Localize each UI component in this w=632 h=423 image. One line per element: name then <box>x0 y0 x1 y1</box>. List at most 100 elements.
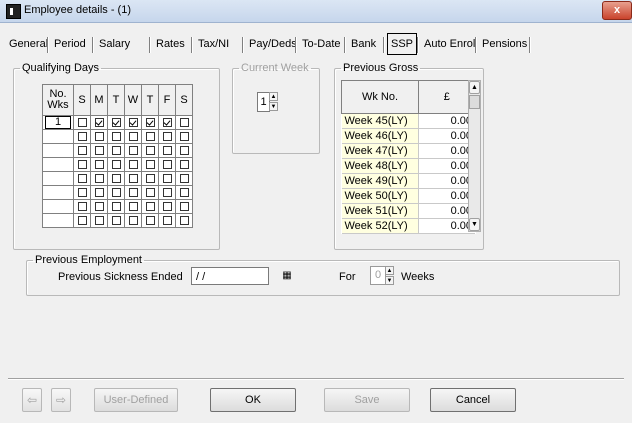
day-checkbox[interactable] <box>179 174 189 184</box>
scroll-down-icon[interactable]: ▼ <box>469 218 480 231</box>
day-checkbox[interactable] <box>179 118 189 128</box>
tab-bank[interactable]: Bank <box>348 34 379 54</box>
tab-pay-deds[interactable]: Pay/Deds <box>246 34 300 54</box>
tab-rates[interactable]: Rates <box>153 34 188 54</box>
day-checkbox[interactable] <box>162 118 172 128</box>
amount-cell[interactable]: 0.00 <box>418 188 475 204</box>
day-checkbox[interactable] <box>128 174 138 184</box>
day-checkbox[interactable] <box>94 118 104 128</box>
scroll-thumb[interactable] <box>469 95 480 109</box>
ok-button[interactable]: OK <box>210 388 296 412</box>
day-checkbox[interactable] <box>145 160 155 170</box>
weeks-cell[interactable] <box>42 171 74 186</box>
day-checkbox[interactable] <box>111 146 121 156</box>
weeks-cell[interactable] <box>42 213 74 228</box>
weeks-spinner[interactable]: 0 ▲ ▼ <box>370 266 394 285</box>
day-checkbox[interactable] <box>145 188 155 198</box>
day-checkbox[interactable] <box>162 146 172 156</box>
close-button[interactable]: x <box>602 1 632 20</box>
day-checkbox[interactable] <box>111 160 121 170</box>
calendar-icon[interactable]: ▦ <box>279 268 295 284</box>
day-checkbox[interactable] <box>128 118 138 128</box>
day-checkbox[interactable] <box>94 174 104 184</box>
amount-cell[interactable]: 0.00 <box>418 143 475 159</box>
amount-cell[interactable]: 0.00 <box>418 128 475 144</box>
tab-auto-enrol[interactable]: Auto Enrol <box>421 34 478 54</box>
day-checkbox[interactable] <box>94 146 104 156</box>
day-checkbox[interactable] <box>111 216 121 226</box>
day-checkbox[interactable] <box>77 132 87 142</box>
next-record-button[interactable]: ⇨ <box>51 388 71 412</box>
day-checkbox[interactable] <box>145 132 155 142</box>
day-checkbox[interactable] <box>128 216 138 226</box>
amount-cell[interactable]: 0.00 <box>418 173 475 189</box>
day-checkbox[interactable] <box>94 202 104 212</box>
weeks-cell[interactable] <box>42 129 74 144</box>
day-checkbox[interactable] <box>128 146 138 156</box>
weeks-up-icon[interactable]: ▲ <box>385 266 394 275</box>
amount-cell[interactable]: 0.00 <box>418 113 475 129</box>
weeks-cell[interactable] <box>42 185 74 200</box>
tab-to-date[interactable]: To-Date <box>299 34 344 54</box>
day-checkbox[interactable] <box>145 146 155 156</box>
day-checkbox[interactable] <box>77 216 87 226</box>
day-checkbox[interactable] <box>111 188 121 198</box>
amount-cell[interactable]: 0.00 <box>418 158 475 174</box>
day-checkbox[interactable] <box>94 132 104 142</box>
day-checkbox[interactable] <box>128 202 138 212</box>
day-checkbox[interactable] <box>162 202 172 212</box>
spin-down-icon[interactable]: ▼ <box>269 102 278 111</box>
day-checkbox[interactable] <box>179 202 189 212</box>
tab-ssp[interactable]: SSP <box>387 33 418 55</box>
day-checkbox[interactable] <box>94 188 104 198</box>
day-checkbox[interactable] <box>111 174 121 184</box>
day-checkbox[interactable] <box>77 174 87 184</box>
tab-tax-ni[interactable]: Tax/NI <box>195 34 232 54</box>
day-checkbox[interactable] <box>162 188 172 198</box>
day-checkbox[interactable] <box>128 132 138 142</box>
day-checkbox[interactable] <box>77 146 87 156</box>
amount-cell[interactable]: 0.00 <box>418 218 475 234</box>
previous-sickness-date-input[interactable]: / / <box>191 267 269 285</box>
day-checkbox[interactable] <box>145 202 155 212</box>
cancel-button[interactable]: Cancel <box>430 388 516 412</box>
day-checkbox[interactable] <box>77 160 87 170</box>
weeks-input[interactable]: 1 <box>45 116 71 129</box>
day-checkbox[interactable] <box>179 132 189 142</box>
day-checkbox[interactable] <box>162 132 172 142</box>
weeks-value[interactable]: 0 <box>370 266 386 285</box>
day-checkbox[interactable] <box>111 202 121 212</box>
current-week-spinner[interactable]: 1 ▲ ▼ <box>257 92 279 112</box>
tab-general[interactable]: General <box>6 34 51 54</box>
spin-up-icon[interactable]: ▲ <box>269 92 278 101</box>
day-checkbox[interactable] <box>179 216 189 226</box>
amount-cell[interactable]: 0.00 <box>418 203 475 219</box>
user-defined-button[interactable]: User-Defined <box>94 388 178 412</box>
day-checkbox[interactable] <box>94 160 104 170</box>
weeks-cell[interactable]: 1 <box>42 115 74 130</box>
day-checkbox[interactable] <box>77 118 87 128</box>
tab-period[interactable]: Period <box>51 34 89 54</box>
weeks-cell[interactable] <box>42 199 74 214</box>
day-checkbox[interactable] <box>162 216 172 226</box>
day-checkbox[interactable] <box>111 118 121 128</box>
day-checkbox[interactable] <box>145 216 155 226</box>
day-checkbox[interactable] <box>162 174 172 184</box>
day-checkbox[interactable] <box>179 160 189 170</box>
day-checkbox[interactable] <box>145 174 155 184</box>
day-checkbox[interactable] <box>77 188 87 198</box>
save-button[interactable]: Save <box>324 388 410 412</box>
day-checkbox[interactable] <box>128 160 138 170</box>
day-checkbox[interactable] <box>145 118 155 128</box>
day-checkbox[interactable] <box>179 146 189 156</box>
day-checkbox[interactable] <box>179 188 189 198</box>
tab-pensions[interactable]: Pensions <box>479 34 530 54</box>
tab-salary[interactable]: Salary <box>96 34 133 54</box>
previous-gross-scrollbar[interactable]: ▲ ▼ <box>468 80 481 232</box>
weeks-down-icon[interactable]: ▼ <box>385 276 394 285</box>
day-checkbox[interactable] <box>77 202 87 212</box>
day-checkbox[interactable] <box>128 188 138 198</box>
scroll-up-icon[interactable]: ▲ <box>469 81 480 94</box>
previous-record-button[interactable]: ⇦ <box>22 388 42 412</box>
weeks-cell[interactable] <box>42 143 74 158</box>
